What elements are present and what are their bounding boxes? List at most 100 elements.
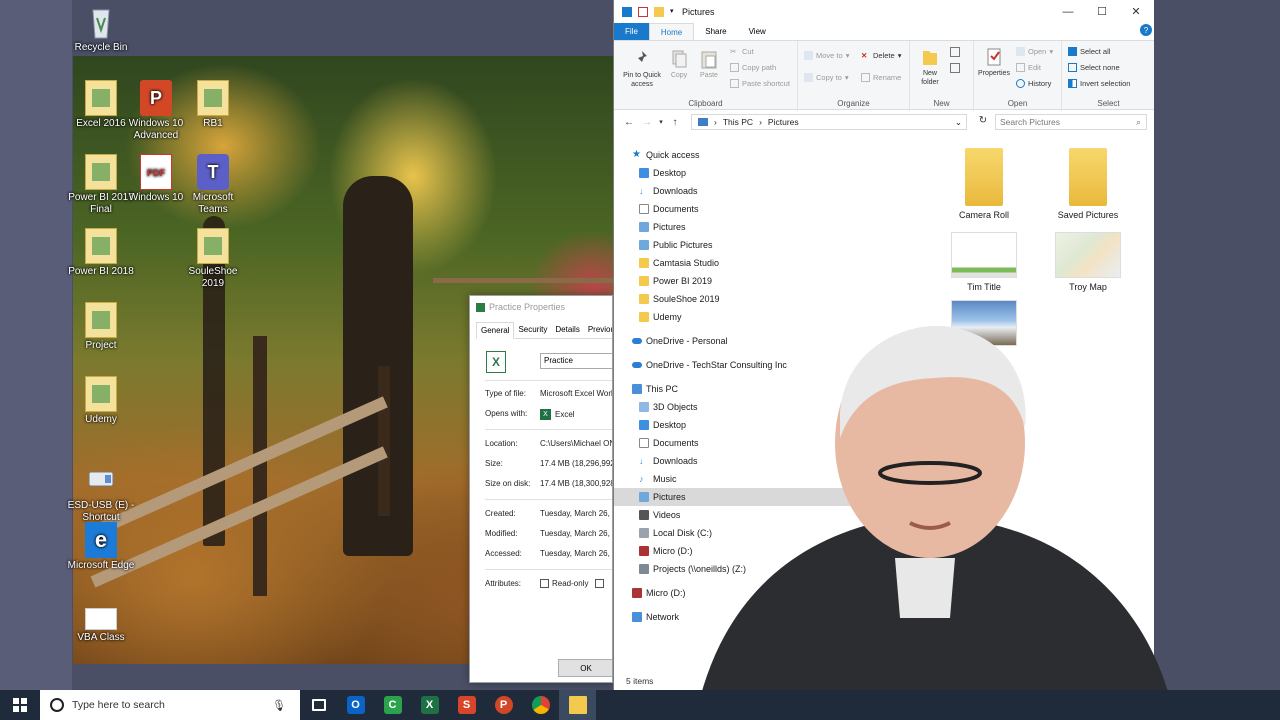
microphone-icon[interactable]: 🎙 bbox=[272, 699, 286, 712]
delete-button[interactable]: ✕ Delete ▾ bbox=[861, 51, 901, 60]
select-all-button[interactable]: Select all bbox=[1068, 47, 1110, 56]
paste-shortcut-button[interactable]: Paste shortcut bbox=[730, 79, 790, 88]
chevron-down-icon: ▾ bbox=[844, 73, 849, 82]
network-drive-icon bbox=[639, 564, 649, 574]
tab-file[interactable]: File bbox=[614, 23, 649, 40]
desktop-icon-souleshoe-2019[interactable]: SouleShoe 2019 bbox=[178, 228, 248, 290]
address-bar[interactable]: › This PC › Pictures ⌄ bbox=[691, 114, 967, 130]
clipboard-group: Pin to Quick access Copy Paste ✂ Cut Copy… bbox=[614, 41, 798, 111]
desktop-icon-project[interactable]: Project bbox=[66, 302, 136, 352]
desktop-icon-rb1[interactable]: RB1 bbox=[178, 80, 248, 130]
new-folder-button[interactable]: New folder bbox=[916, 47, 944, 87]
nav-item-desktop[interactable]: Desktop bbox=[639, 164, 686, 182]
desktop-icon-power-bi-2018[interactable]: Power BI 2018 bbox=[66, 228, 136, 278]
file-troy-map[interactable]: Troy Map bbox=[1043, 232, 1133, 292]
folder-icon bbox=[639, 258, 649, 268]
taskbar-excel[interactable]: X bbox=[411, 690, 448, 720]
taskbar-search-box[interactable]: Type here to search 🎙 bbox=[40, 690, 300, 720]
paste-button[interactable]: Paste bbox=[696, 49, 722, 80]
pictures-icon bbox=[639, 492, 649, 502]
nav-item-souleshoe-2019[interactable]: SouleShoe 2019 bbox=[639, 290, 720, 308]
edit-button[interactable]: Edit bbox=[1016, 63, 1041, 72]
tab-previous[interactable]: Previous bbox=[584, 322, 612, 338]
minimize-button[interactable]: — bbox=[1051, 0, 1085, 23]
taskbar-file-explorer[interactable] bbox=[559, 690, 596, 720]
readonly-checkbox[interactable]: Read-only bbox=[540, 579, 605, 588]
desktop-icon-recycle-bin[interactable]: Recycle Bin bbox=[66, 4, 136, 54]
help-icon[interactable]: ? bbox=[1140, 24, 1152, 36]
tab-share[interactable]: Share bbox=[694, 23, 737, 40]
star-icon: ★ bbox=[632, 149, 641, 160]
folder-camera-roll[interactable]: Camera Roll bbox=[939, 148, 1029, 220]
properties-button[interactable]: Properties bbox=[976, 47, 1012, 78]
taskbar-snagit[interactable]: S bbox=[448, 690, 485, 720]
presenter-video-overlay bbox=[695, 325, 1175, 720]
desktop-icon-udemy[interactable]: Udemy bbox=[66, 376, 136, 426]
created-value: Tuesday, March 26, 2 bbox=[540, 509, 613, 518]
desktop-icon-vba-class[interactable]: VBA Class bbox=[66, 608, 136, 644]
taskbar-powerpoint[interactable]: P bbox=[485, 690, 522, 720]
taskbar-camtasia[interactable]: C bbox=[374, 690, 411, 720]
desktop-icon-esd-usb[interactable]: ESD-USB (E) - Shortcut bbox=[66, 462, 136, 524]
nav-item-downloads[interactable]: ↓ Downloads bbox=[639, 182, 698, 200]
open-button[interactable]: Open ▾ bbox=[1016, 47, 1053, 56]
copy-button[interactable]: Copy bbox=[666, 49, 692, 80]
desktop-icon-microsoft-edge[interactable]: e Microsoft Edge bbox=[66, 522, 136, 572]
excel-icon: X bbox=[420, 696, 439, 714]
folder-saved-pictures[interactable]: Saved Pictures bbox=[1043, 148, 1133, 220]
recycle-bin-icon bbox=[92, 9, 110, 39]
forward-arrow-icon[interactable]: → bbox=[638, 117, 656, 128]
invert-selection-button[interactable]: Invert selection bbox=[1068, 79, 1130, 88]
desktop-icon-microsoft-teams[interactable]: T Microsoft Teams bbox=[178, 154, 248, 216]
nav-item-documents[interactable]: Documents bbox=[639, 200, 699, 218]
nav-item-camtasia[interactable]: Camtasia Studio bbox=[639, 254, 719, 272]
tab-details[interactable]: Details bbox=[551, 322, 583, 338]
organize-group: Move to ▾ Copy to ▾ ✕ Delete ▾ Rename Organi… bbox=[798, 41, 910, 111]
new-folder-qat-icon[interactable] bbox=[654, 6, 664, 17]
copy-path-button[interactable]: Copy path bbox=[730, 63, 776, 72]
modified-label: Modified: bbox=[485, 529, 518, 538]
filename-input[interactable]: Practice bbox=[540, 353, 612, 369]
tab-general[interactable]: General bbox=[476, 322, 515, 339]
file-tim-title[interactable]: Tim Title bbox=[939, 232, 1029, 292]
task-view-button[interactable] bbox=[300, 690, 337, 720]
move-to-button[interactable]: Move to ▾ bbox=[804, 51, 849, 60]
search-input[interactable]: Search Pictures ⌕ bbox=[995, 114, 1147, 130]
up-arrow-icon[interactable]: ↑ bbox=[666, 117, 684, 128]
tab-security[interactable]: Security bbox=[514, 322, 551, 338]
pictures-location-icon bbox=[698, 118, 708, 126]
tab-home[interactable]: Home bbox=[648, 23, 695, 40]
breadcrumb-pictures[interactable]: Pictures bbox=[768, 117, 799, 127]
nav-quick-access[interactable]: ★ Quick access bbox=[632, 146, 700, 164]
new-item-icon[interactable] bbox=[950, 47, 960, 57]
chevron-down-icon[interactable]: ⌄ bbox=[955, 117, 962, 128]
select-none-button[interactable]: Select none bbox=[1068, 63, 1120, 72]
chevron-down-icon[interactable]: ▾ bbox=[670, 7, 676, 17]
maximize-button[interactable]: ☐ bbox=[1085, 0, 1119, 23]
hidden-checkbox-icon[interactable] bbox=[595, 579, 605, 588]
sd-card-icon bbox=[632, 588, 642, 598]
taskbar-chrome[interactable] bbox=[522, 690, 559, 720]
properties-qat-icon[interactable] bbox=[638, 6, 648, 17]
close-button[interactable]: ✕ bbox=[1119, 0, 1153, 23]
recent-locations-icon[interactable]: ▾ bbox=[656, 118, 666, 126]
copy-to-button[interactable]: Copy to ▾ bbox=[804, 73, 849, 82]
modified-value: Tuesday, March 26, 2 bbox=[540, 529, 613, 538]
pin-quick-access-button[interactable]: Pin to Quick access bbox=[618, 49, 666, 89]
cloud-icon bbox=[632, 362, 642, 368]
rename-button[interactable]: Rename bbox=[861, 73, 901, 82]
nav-item-pictures[interactable]: Pictures bbox=[639, 218, 686, 236]
taskbar-outlook[interactable]: O bbox=[337, 690, 374, 720]
cut-button[interactable]: ✂ Cut bbox=[730, 47, 754, 56]
nav-item-public-pictures[interactable]: Public Pictures bbox=[639, 236, 713, 254]
nav-item-power-bi-2019[interactable]: Power BI 2019 bbox=[639, 272, 712, 290]
ok-button[interactable]: OK bbox=[558, 659, 612, 677]
easy-access-icon[interactable] bbox=[950, 63, 960, 73]
refresh-icon[interactable]: ↻ bbox=[974, 115, 992, 126]
tab-view[interactable]: View bbox=[738, 23, 777, 40]
breadcrumb-this-pc[interactable]: This PC bbox=[723, 117, 753, 127]
back-arrow-icon[interactable]: ← bbox=[620, 117, 638, 128]
history-button[interactable]: History bbox=[1016, 79, 1051, 88]
excel-icon: X bbox=[540, 409, 551, 420]
start-button[interactable] bbox=[0, 690, 40, 720]
